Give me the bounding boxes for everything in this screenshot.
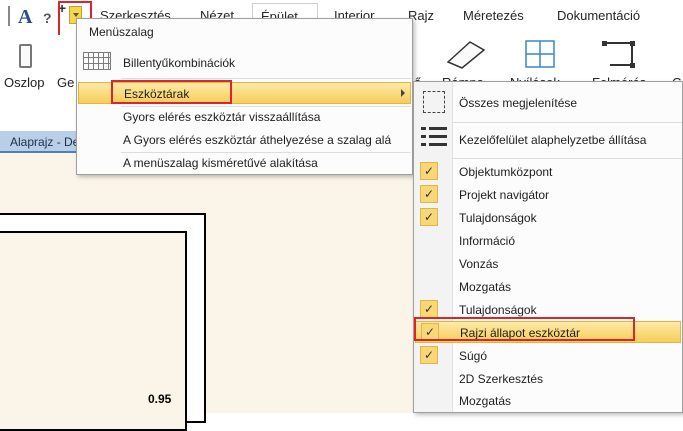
submenu-item-reset-ui[interactable]: Kezelőfelület alaphelyzetbe állítása [415, 129, 681, 151]
menu-item-reset-qat[interactable]: Gyors elérés eszköztár visszaállítása [78, 106, 411, 128]
openings-icon [525, 40, 555, 68]
check-icon: ✓ [420, 208, 438, 226]
submenu-separator [452, 122, 682, 123]
tab-dokumentacio[interactable]: Dokumentáció [557, 8, 640, 23]
menu-title: Menüszalag [89, 25, 154, 39]
submenu-item-help[interactable]: ✓ Súgó [415, 345, 681, 367]
submenu-item-2d-edit[interactable]: 2D Szerkesztés [415, 368, 681, 390]
submenu-arrow-icon [401, 89, 405, 97]
submenu-item-object-center[interactable]: ✓ Objektumközpont [415, 161, 681, 183]
column-button[interactable]: Oszlop [4, 75, 44, 90]
submenu-item-move[interactable]: Mozgatás [415, 276, 681, 298]
item-label: Súgó [459, 349, 488, 363]
dimension-label: 0.95 [148, 392, 172, 406]
check-icon: ✓ [420, 346, 438, 364]
submenu-separator [452, 158, 682, 159]
ramp-icon [446, 41, 486, 69]
item-label: Tulajdonságok [459, 211, 537, 225]
submenu-item-properties[interactable]: ✓ Tulajdonságok [415, 207, 681, 229]
menu-item-toolbars[interactable]: Eszköztárak [78, 82, 411, 104]
menu-item-move-qat[interactable]: A Gyors elérés eszköztár áthelyezése a s… [78, 129, 411, 151]
submenu-item-show-all[interactable]: Összes megjelenítése [415, 92, 681, 114]
toolbars-submenu: Összes megjelenítése Kezelőfelület alaph… [413, 81, 683, 413]
item-label: Objektumközpont [459, 165, 553, 179]
submenu-item-project-navigator[interactable]: ✓ Projekt navigátor [415, 184, 681, 206]
item-label: Projekt navigátor [459, 188, 550, 202]
submenu-item-move-2[interactable]: Mozgatás [415, 390, 681, 412]
column-icon [19, 44, 32, 68]
tab-meretezes[interactable]: Méretezés [463, 8, 524, 23]
submenu-item-drawing-state-toolbar[interactable]: ✓ Rajzi állapot eszköztár [415, 321, 681, 343]
submenu-item-information[interactable]: Információ [415, 230, 681, 252]
submenu-item-snap[interactable]: Vonzás [415, 253, 681, 275]
help-icon[interactable]: ? [43, 10, 52, 26]
menu-item-shortcuts[interactable]: Billentyűkombinációk [78, 52, 411, 74]
ribbon-options-menu: Menüszalag Billentyűkombinációk Eszköztá… [76, 18, 413, 175]
ge-button[interactable]: Ge [57, 75, 74, 90]
document-tab[interactable]: Alaprajz - De [0, 131, 80, 153]
menu-separator [121, 78, 411, 79]
survey-icon [602, 41, 635, 68]
text-tool-icon[interactable]: A [18, 6, 32, 29]
check-icon: ✓ [420, 162, 438, 180]
submenu-item-properties-2[interactable]: ✓ Tulajdonságok [415, 299, 681, 321]
item-label: Tulajdonságok [459, 303, 537, 317]
check-icon: ✓ [421, 323, 439, 341]
check-icon: ✓ [420, 185, 438, 203]
item-label: Rajzi állapot eszköztár [460, 326, 581, 340]
qat-tool-icon[interactable] [8, 6, 18, 26]
check-icon: ✓ [420, 300, 438, 318]
menu-item-minimize-ribbon[interactable]: A menüszalag kisméretűvé alakítása [78, 152, 411, 174]
add-icon[interactable]: + [58, 0, 66, 16]
